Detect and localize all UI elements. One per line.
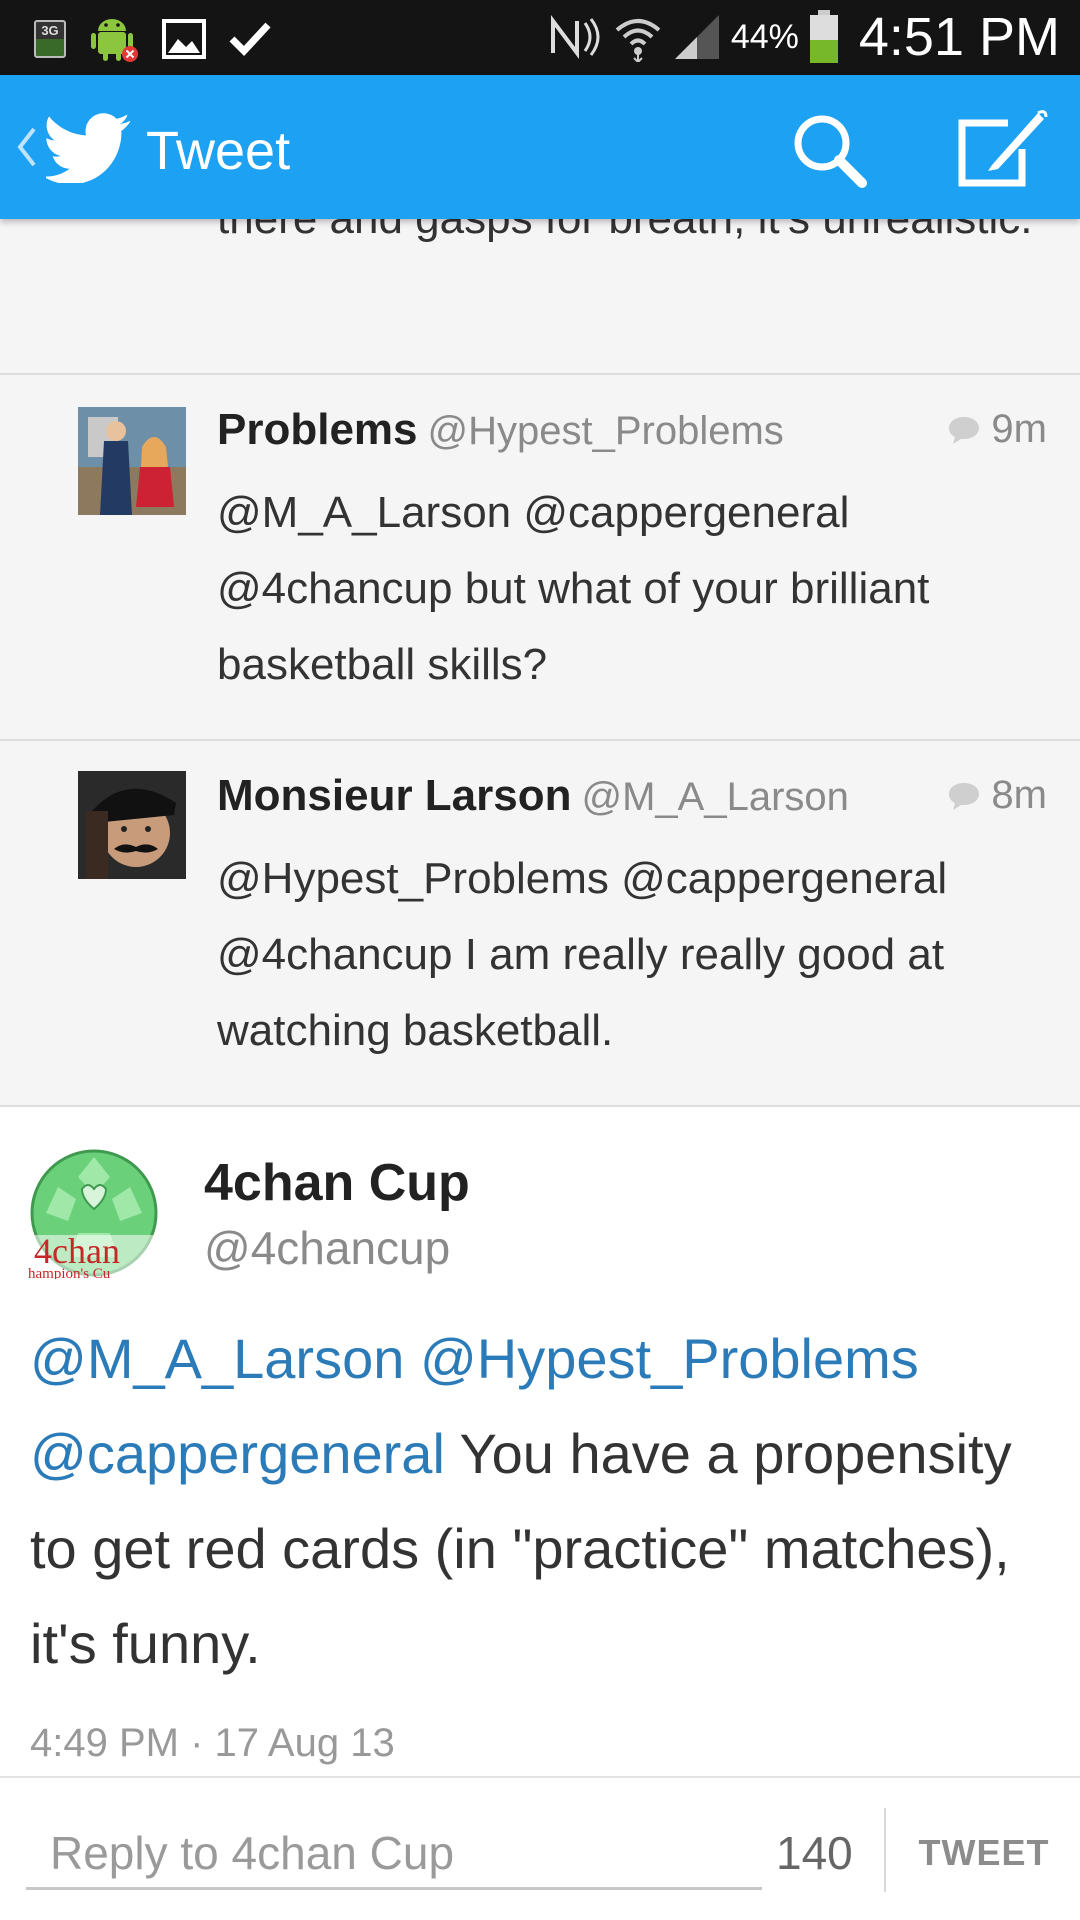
signal-icon xyxy=(674,15,719,59)
android-debug-icon xyxy=(91,19,138,62)
user-handle[interactable]: @M_A_Larson xyxy=(582,775,849,819)
conversation-reply[interactable]: Monsieur Larson @M_A_Larson 8m @Hypest_Pr… xyxy=(0,741,1080,1105)
reply-text: @Hypest_Problems @cappergeneral @4chancu… xyxy=(217,854,948,1055)
logo-text: 4chan xyxy=(34,1231,120,1271)
wifi-icon xyxy=(615,19,661,62)
status-clock: 4:51 PM xyxy=(858,7,1060,67)
speech-bubble-icon xyxy=(949,782,980,810)
divider xyxy=(884,1808,886,1892)
logo-subtext: hampion's Cu xyxy=(28,1266,111,1279)
avatar[interactable]: 4chan hampion's Cu xyxy=(28,1147,160,1279)
reply-time: 8m xyxy=(947,773,1047,818)
time-label: 9m xyxy=(991,407,1047,451)
reply-text: @M_A_Larson @cappergeneral @4chancup but… xyxy=(217,488,930,689)
reply-time: 9m xyxy=(947,407,1047,452)
reply-bar: 140 TWEET xyxy=(0,1776,1080,1920)
3g-icon: 3G xyxy=(34,20,66,58)
page-title: Tweet xyxy=(146,121,291,181)
conversation-reply[interactable]: Problems @Hypest_Problems 9m @M_A_Larson … xyxy=(0,375,1080,739)
user-handle[interactable]: @4chancup xyxy=(204,1221,450,1275)
app-bar: Tweet xyxy=(0,75,1080,219)
avatar[interactable] xyxy=(78,407,186,515)
mention-link[interactable]: @Hypest_Problems xyxy=(420,1327,919,1390)
user-name[interactable]: Problems xyxy=(217,405,418,454)
battery-icon xyxy=(809,10,838,63)
user-name[interactable]: Monsieur Larson xyxy=(217,771,572,820)
tweet-timestamp: 4:49 PM · 17 Aug 13 xyxy=(30,1721,395,1765)
twitter-bird-icon[interactable] xyxy=(46,113,132,183)
status-bar: 3G 44% 4:51 PM xyxy=(0,0,1080,75)
reply-input[interactable] xyxy=(26,1818,762,1890)
status-bar-left-icons: 3G xyxy=(34,14,272,64)
check-icon xyxy=(229,22,271,57)
speech-bubble-icon xyxy=(949,416,980,444)
search-icon[interactable] xyxy=(790,111,870,191)
reply-header: Problems @Hypest_Problems 9m xyxy=(217,405,1047,465)
back-chevron-icon[interactable] xyxy=(14,125,38,169)
reply-header: Monsieur Larson @M_A_Larson 8m xyxy=(217,771,1047,831)
character-count: 140 xyxy=(776,1827,853,1879)
main-tweet: 4chan hampion's Cu 4chan Cup @4chancup @… xyxy=(0,1107,1080,1777)
conversation-list: there and gasps for breath, it's unreali… xyxy=(0,219,1080,1107)
avatar[interactable] xyxy=(78,771,186,879)
status-bar-right-icons: 44% 4:51 PM xyxy=(547,6,1060,68)
tweet-text: @M_A_Larson @Hypest_Problems @cappergene… xyxy=(30,1311,1060,1691)
user-handle[interactable]: @Hypest_Problems xyxy=(428,409,784,453)
image-icon xyxy=(162,19,206,59)
time-label: 8m xyxy=(991,773,1047,817)
nfc-icon xyxy=(550,15,600,59)
previous-tweet-text: there and gasps for breath, it's unreali… xyxy=(217,219,1037,257)
tweet-button[interactable]: TWEET xyxy=(904,1818,1064,1888)
mention-link[interactable]: @M_A_Larson xyxy=(30,1327,404,1390)
compose-icon[interactable] xyxy=(952,109,1048,191)
battery-percent: 44% xyxy=(730,17,799,56)
user-name[interactable]: 4chan Cup xyxy=(204,1153,470,1213)
mention-link[interactable]: @cappergeneral xyxy=(30,1422,445,1485)
